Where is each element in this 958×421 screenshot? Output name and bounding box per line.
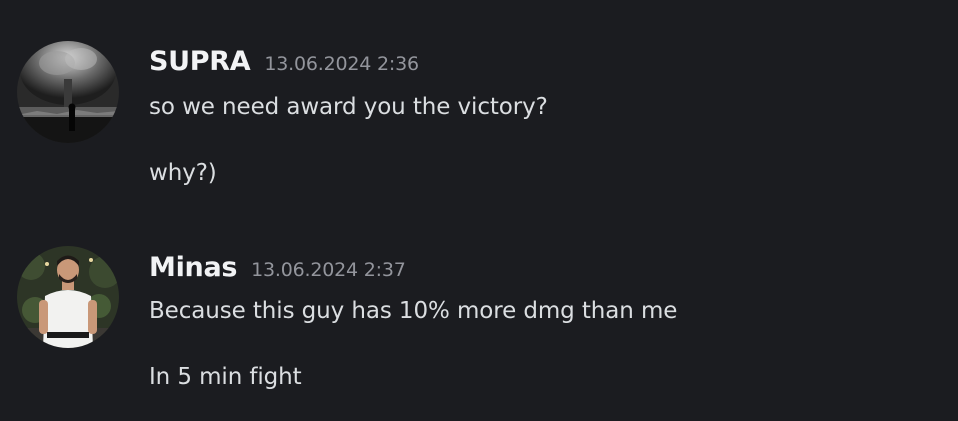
man-white-shirt-icon <box>17 246 119 348</box>
message-header: Minas 13.06.2024 2:37 <box>149 252 406 283</box>
message-text: In 5 min fight <box>149 364 302 390</box>
message-group-minas: Minas 13.06.2024 2:37 Because this guy ha… <box>0 0 958 421</box>
timestamp[interactable]: 13.06.2024 2:37 <box>251 259 406 281</box>
chat-log: SUPRA 13.06.2024 2:36 so we need award yo… <box>0 0 958 421</box>
username[interactable]: Minas <box>149 252 237 283</box>
avatar[interactable] <box>17 246 119 348</box>
message-text: Because this guy has 10% more dmg than m… <box>149 298 678 324</box>
